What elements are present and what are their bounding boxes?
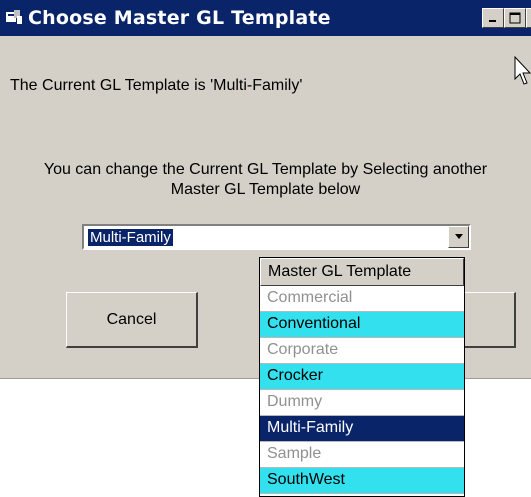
combobox-dropdown-button[interactable] <box>448 226 469 248</box>
dropdown-item[interactable]: SouthWest <box>260 468 464 494</box>
combobox-selected-value: Multi-Family <box>88 229 173 246</box>
dropdown-item[interactable]: Dummy <box>260 390 464 416</box>
app-icon <box>6 10 22 24</box>
template-combobox[interactable]: Multi-Family <box>82 224 471 250</box>
minimize-icon <box>489 20 496 22</box>
instructions-line-1: You can change the Current GL Template b… <box>43 161 488 178</box>
instructions-line-2: Master GL Template below <box>170 181 361 198</box>
maximize-icon <box>509 12 521 24</box>
window-title: Choose Master GL Template <box>28 7 331 29</box>
dropdown-arrow-icon <box>454 234 463 239</box>
dropdown-item[interactable]: Commercial <box>260 286 464 312</box>
title-bar[interactable]: Choose Master GL Template <box>0 0 531 36</box>
minimize-button[interactable] <box>482 8 504 28</box>
ok-button[interactable] <box>460 292 516 348</box>
template-dropdown-list[interactable]: Master GL Template Commercial Conventiona… <box>259 257 465 497</box>
cancel-button[interactable]: Cancel <box>66 292 198 348</box>
dropdown-item[interactable]: Crocker <box>260 364 464 390</box>
maximize-button[interactable] <box>504 8 526 28</box>
dropdown-item[interactable]: Multi-Family <box>260 416 464 442</box>
change-template-instructions: You can change the Current GL Template b… <box>0 160 531 200</box>
mouse-cursor-icon <box>514 56 531 85</box>
dropdown-item[interactable]: Conventional <box>260 312 464 338</box>
dropdown-items: Commercial Conventional Corporate Crocker Du… <box>260 286 464 494</box>
dropdown-list-header: Master GL Template <box>260 258 464 286</box>
close-button[interactable] <box>526 8 531 28</box>
current-template-message: The Current GL Template is 'Multi-Family… <box>10 77 303 94</box>
dropdown-item[interactable]: Sample <box>260 442 464 468</box>
dropdown-item[interactable]: Corporate <box>260 338 464 364</box>
